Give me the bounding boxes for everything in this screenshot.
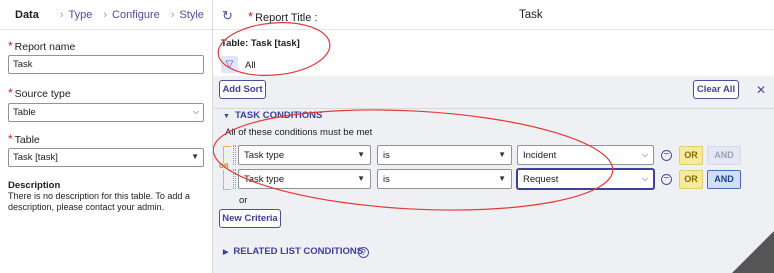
tab-type[interactable]: Type <box>69 9 93 21</box>
caret-down-icon: ▼ <box>498 150 506 159</box>
remove-condition-icon[interactable]: − <box>661 174 672 185</box>
filter-label: All <box>245 60 256 71</box>
caret-down-icon: ▼ <box>357 150 365 159</box>
condition-field-select[interactable]: Task type ▼ <box>238 169 371 189</box>
drag-handle[interactable] <box>233 169 236 189</box>
condition-operator-value: is <box>383 150 390 161</box>
condition-operator-select[interactable]: is ▼ <box>377 169 512 189</box>
chevron-down-icon: ⌵ <box>192 107 199 116</box>
report-title-label-text: Report Title : <box>255 12 318 24</box>
condition-value-text: Incident <box>523 150 557 161</box>
tab-configure-wrap: › Configure <box>98 9 159 21</box>
condition-field-select[interactable]: Task type ▼ <box>238 145 371 165</box>
condition-operator-value: is <box>383 174 390 185</box>
caret-down-icon: ▼ <box>191 152 199 161</box>
right-panel: ↻ * Report Title : Task Table: Task [task… <box>213 0 774 273</box>
condition-field-value: Task type <box>244 150 285 161</box>
help-icon[interactable]: ? <box>358 247 369 258</box>
caret-down-icon: ▼ <box>357 174 365 183</box>
table-label: * Table <box>8 132 40 146</box>
required-icon: * <box>8 39 13 53</box>
report-name-label: * Report name <box>8 39 75 53</box>
and-button[interactable]: AND <box>707 170 741 189</box>
table-value: Task [task] <box>13 152 58 163</box>
chevron-down-icon: ⌵ <box>641 174 648 183</box>
drag-handle[interactable] <box>233 145 236 165</box>
tab-data[interactable]: Data <box>15 9 39 21</box>
divider <box>213 108 774 109</box>
caret-down-icon: ▼ <box>498 174 506 183</box>
chevron-right-icon: › <box>170 8 175 21</box>
source-type-label-text: Source type <box>14 88 71 100</box>
tab-style-wrap: › Style <box>166 9 204 21</box>
tab-style[interactable]: Style <box>179 9 203 21</box>
tab-type-wrap: › Type <box>55 9 93 21</box>
related-list-header[interactable]: ▶ RELATED LIST CONDITIONS <box>223 246 363 257</box>
condition-operator-select[interactable]: is ▼ <box>377 145 512 165</box>
or-separator: or <box>239 195 248 206</box>
required-icon: * <box>8 86 13 100</box>
caret-down-icon: ▼ <box>223 113 230 120</box>
description-title: Description <box>8 180 61 191</box>
task-conditions-title: TASK CONDITIONS <box>234 110 323 121</box>
condition-field-value: Task type <box>244 174 285 185</box>
report-builder: Data › Type › Configure › Style * Report … <box>0 0 774 273</box>
report-name-label-text: Report name <box>14 41 76 53</box>
condition-value-select[interactable]: Incident ⌵ <box>517 145 654 165</box>
refresh-icon[interactable]: ↻ <box>222 8 233 24</box>
conditions-subtitle: All of these conditions must be met <box>225 127 373 138</box>
or-button[interactable]: OR <box>679 170 703 189</box>
source-type-value: Table <box>13 107 36 118</box>
condition-value-select[interactable]: Request ⌵ <box>517 169 654 189</box>
condition-value-text: Request <box>523 174 559 185</box>
filter-icon[interactable]: ▽ <box>221 56 238 73</box>
condition-builder: Add Sort Clear All ✕ ▼ TASK CONDITIONS Al… <box>213 76 774 273</box>
clear-all-button[interactable]: Clear All <box>693 80 739 99</box>
table-info: Table: Task [task] <box>221 38 300 49</box>
or-button[interactable]: OR <box>679 146 703 165</box>
source-type-label: * Source type <box>8 86 71 100</box>
report-title-bar: ↻ * Report Title : Task <box>213 0 774 30</box>
new-criteria-button[interactable]: New Criteria <box>219 209 281 228</box>
tab-configure[interactable]: Configure <box>112 9 160 21</box>
chevron-right-icon: › <box>103 8 108 21</box>
resize-corner <box>732 231 774 273</box>
or-group-label: OR <box>219 163 229 170</box>
left-panel: Data › Type › Configure › Style * Report … <box>0 0 213 273</box>
required-icon: * <box>248 9 254 24</box>
close-icon[interactable]: ✕ <box>756 83 766 97</box>
source-type-select[interactable]: Table ⌵ <box>8 103 204 122</box>
wizard-tabs: Data › Type › Configure › Style <box>0 0 212 30</box>
chevron-down-icon: ⌵ <box>641 150 648 159</box>
add-sort-button[interactable]: Add Sort <box>219 80 266 99</box>
required-icon: * <box>8 132 13 146</box>
chevron-right-icon: › <box>59 8 64 21</box>
table-label-text: Table <box>14 134 40 146</box>
table-select[interactable]: Task [task] ▼ <box>8 148 204 167</box>
report-name-input[interactable]: Task <box>8 55 204 74</box>
and-button[interactable]: AND <box>707 146 741 165</box>
report-title-label: * Report Title : <box>248 9 317 24</box>
report-title-value[interactable]: Task <box>519 9 543 21</box>
related-list-title: RELATED LIST CONDITIONS <box>233 246 364 257</box>
caret-right-icon: ▶ <box>223 249 229 256</box>
task-conditions-header[interactable]: ▼ TASK CONDITIONS <box>223 110 322 121</box>
remove-condition-icon[interactable]: − <box>661 150 672 161</box>
description-text: There is no description for this table. … <box>8 191 190 212</box>
